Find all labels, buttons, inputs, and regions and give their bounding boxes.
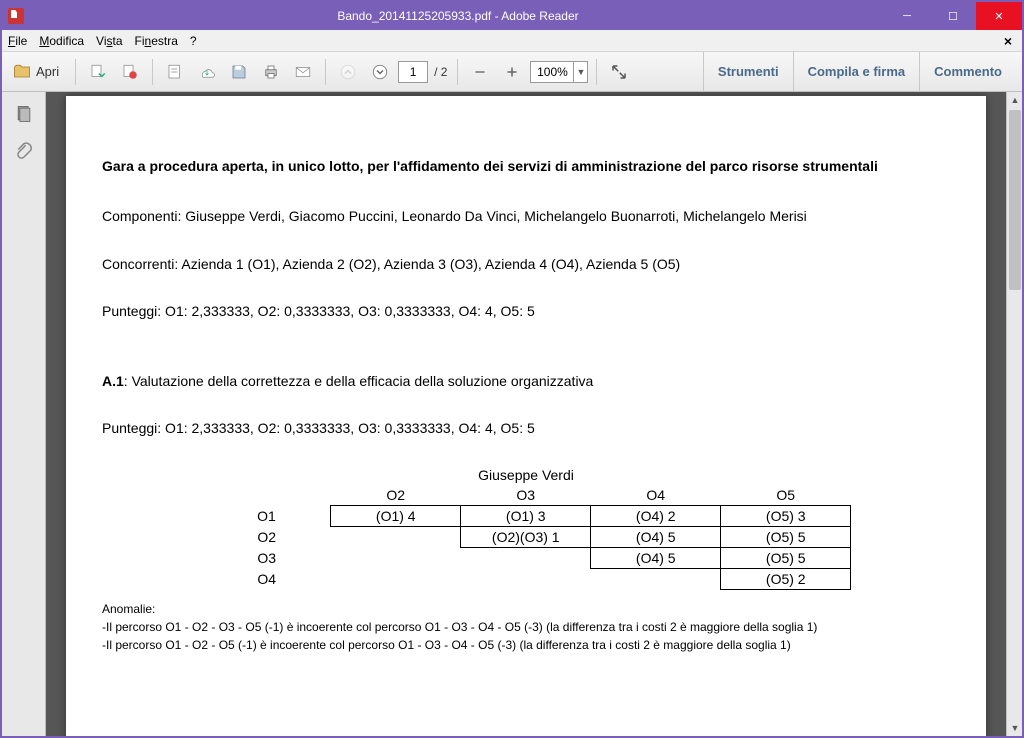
fullscreen-icon[interactable] — [605, 58, 633, 86]
cloud-icon[interactable] — [193, 58, 221, 86]
punteggi-line-2: Punteggi: O1: 2,333333, O2: 0,3333333, O… — [102, 419, 950, 439]
separator — [596, 59, 597, 85]
page-number-input[interactable] — [398, 61, 428, 83]
page-down-icon[interactable] — [366, 58, 394, 86]
menubar: File Modifica Vista Finestra ? × — [2, 30, 1022, 52]
document-close-icon[interactable]: × — [1000, 33, 1016, 49]
pdf-page: Gara a procedura aperta, in unico lotto,… — [66, 96, 986, 736]
toolbar: Apri / 2 ▼ Strumenti Compila e firma Com… — [2, 52, 1022, 92]
page-up-icon[interactable] — [334, 58, 362, 86]
fill-sign-button[interactable]: Compila e firma — [793, 52, 920, 91]
anomaly-line: -Il percorso O1 - O2 - O5 (-1) è incoere… — [102, 636, 950, 654]
table-name: Giuseppe Verdi — [201, 467, 852, 483]
menu-vista[interactable]: Vista — [96, 34, 122, 48]
titlebar: Bando_20141125205933.pdf - Adobe Reader … — [2, 2, 1022, 30]
scroll-thumb[interactable] — [1009, 110, 1021, 290]
menu-file[interactable]: File — [8, 34, 27, 48]
separator — [325, 59, 326, 85]
export-pdf-icon[interactable] — [84, 58, 112, 86]
comment-button[interactable]: Commento — [919, 52, 1016, 91]
componenti-line: Componenti: Giuseppe Verdi, Giacomo Pucc… — [102, 207, 950, 227]
anomaly-line: -Il percorso O1 - O2 - O3 - O5 (-1) è in… — [102, 618, 950, 636]
anomalies-heading: Anomalie: — [102, 600, 950, 618]
window-title: Bando_20141125205933.pdf - Adobe Reader — [32, 9, 884, 23]
anomalies-block: Anomalie: -Il percorso O1 - O2 - O3 - O5… — [102, 600, 950, 654]
save-icon[interactable] — [225, 58, 253, 86]
create-pdf-icon[interactable] — [116, 58, 144, 86]
separator — [152, 59, 153, 85]
document-area[interactable]: Gara a procedura aperta, in unico lotto,… — [46, 92, 1006, 736]
tools-button[interactable]: Strumenti — [703, 52, 793, 91]
page-count: / 2 — [434, 65, 447, 79]
section-a1: A.1: Valutazione della correttezza e del… — [102, 372, 950, 392]
separator — [75, 59, 76, 85]
close-button[interactable]: ✕ — [976, 2, 1022, 30]
scroll-up-icon[interactable]: ▲ — [1007, 92, 1022, 108]
menu-help[interactable]: ? — [190, 34, 197, 48]
email-icon[interactable] — [289, 58, 317, 86]
punteggi-line: Punteggi: O1: 2,333333, O2: 0,3333333, O… — [102, 302, 950, 322]
sidebar — [2, 92, 46, 736]
app-icon — [8, 8, 24, 24]
matrix-table-wrap: Giuseppe Verdi O2O3O4O5O1(O1) 4(O1) 3(O4… — [102, 467, 950, 591]
open-button[interactable]: Apri — [8, 58, 67, 86]
minimize-button[interactable]: ─ — [884, 2, 930, 30]
doc-heading: Gara a procedura aperta, in unico lotto,… — [102, 156, 950, 177]
zoom-in-icon[interactable] — [498, 58, 526, 86]
zoom-out-icon[interactable] — [466, 58, 494, 86]
scroll-down-icon[interactable]: ▼ — [1007, 720, 1022, 736]
attachments-icon[interactable] — [10, 138, 38, 166]
concorrenti-line: Concorrenti: Azienda 1 (O1), Azienda 2 (… — [102, 255, 950, 275]
menu-modifica[interactable]: Modifica — [39, 34, 84, 48]
chevron-down-icon[interactable]: ▼ — [573, 62, 587, 82]
separator — [457, 59, 458, 85]
comparison-matrix: O2O3O4O5O1(O1) 4(O1) 3(O4) 2(O5) 3O2(O2)… — [201, 485, 852, 591]
open-label: Apri — [36, 64, 59, 79]
zoom-input[interactable] — [531, 62, 573, 82]
zoom-select[interactable]: ▼ — [530, 61, 588, 83]
vertical-scrollbar[interactable]: ▲ ▼ — [1006, 92, 1022, 736]
edit-icon[interactable] — [161, 58, 189, 86]
maximize-button[interactable]: ☐ — [930, 2, 976, 30]
menu-finestra[interactable]: Finestra — [135, 34, 178, 48]
thumbnails-icon[interactable] — [10, 100, 38, 128]
print-icon[interactable] — [257, 58, 285, 86]
